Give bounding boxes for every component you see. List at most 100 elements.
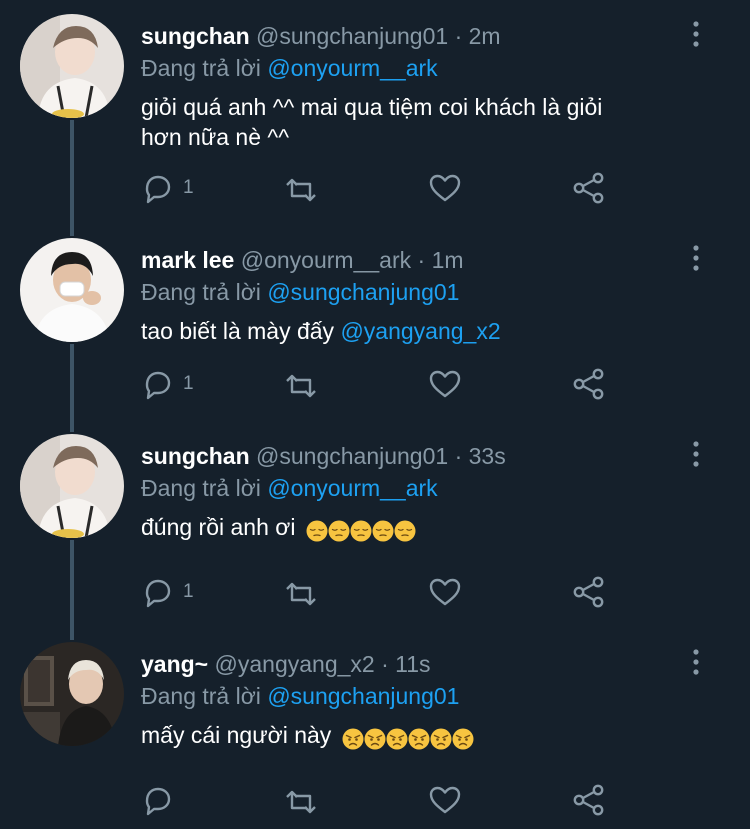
angry-face-emoji (363, 727, 386, 750)
avatar[interactable] (20, 434, 124, 538)
tweet-actions: 1 (141, 168, 621, 208)
like-icon (429, 786, 461, 814)
retweet-button[interactable] (283, 168, 319, 208)
display-name[interactable]: sungchan (141, 443, 250, 469)
emoji-row (305, 514, 416, 544)
retweet-button[interactable] (283, 572, 319, 612)
tweet[interactable]: sungchan @sungchanjung01 · 2m Đang trả l… (0, 14, 750, 214)
like-button[interactable] (427, 364, 463, 404)
tweet-text: giỏi quá anh ^^ mai qua tiệm coi khách l… (141, 92, 701, 152)
tweet[interactable]: sungchan @sungchanjung01 · 33s Đang trả … (0, 434, 750, 624)
reply-button[interactable]: 1 (141, 364, 194, 404)
avatar[interactable] (20, 642, 124, 746)
timestamp[interactable]: · 2m (455, 23, 501, 49)
retweet-button[interactable] (283, 780, 319, 820)
tweet-text: mấy cái người này (141, 720, 701, 752)
like-icon (429, 174, 461, 202)
reply-count: 1 (183, 373, 194, 394)
tweet-mention[interactable]: @yangyang_x2 (340, 318, 500, 344)
share-button[interactable] (571, 572, 607, 612)
tweet-actions: 1 (141, 572, 621, 612)
user-handle[interactable]: @sungchanjung01 (256, 443, 448, 469)
replying-to: Đang trả lời @onyourm__ark (141, 54, 438, 82)
timestamp[interactable]: · 33s (455, 443, 506, 469)
more-options-icon[interactable] (684, 18, 708, 50)
share-icon (573, 172, 604, 204)
tweet-actions (141, 780, 621, 820)
tweet-text: đúng rồi anh ơi (141, 512, 701, 544)
user-handle[interactable]: @onyourm__ark (241, 247, 411, 273)
replying-label: Đang trả lời (141, 683, 261, 709)
replying-label: Đang trả lời (141, 475, 261, 501)
pensive-face-emoji (393, 519, 416, 542)
tweet-header: sungchan @sungchanjung01 · 2m (141, 22, 501, 50)
replying-mention[interactable]: @sungchanjung01 (267, 279, 459, 305)
tweet-text-content: mấy cái người này (141, 722, 332, 748)
angry-face-emoji (385, 727, 408, 750)
replying-to: Đang trả lời @sungchanjung01 (141, 278, 459, 306)
retweet-icon (285, 582, 317, 606)
user-handle[interactable]: @sungchanjung01 (256, 23, 448, 49)
share-icon (573, 368, 604, 400)
share-icon (573, 576, 604, 608)
tweet[interactable]: yang~ @yangyang_x2 · 11s Đang trả lời @s… (0, 642, 750, 829)
display-name[interactable]: yang~ (141, 651, 208, 677)
timestamp[interactable]: · 1m (418, 247, 464, 273)
more-options-icon[interactable] (684, 242, 708, 274)
tweet-text-line: giỏi quá anh ^^ mai qua tiệm coi khách l… (141, 94, 603, 120)
retweet-icon (285, 374, 317, 398)
replying-mention[interactable]: @sungchanjung01 (267, 683, 459, 709)
like-button[interactable] (427, 572, 463, 612)
like-icon (429, 370, 461, 398)
tweet-actions: 1 (141, 364, 621, 404)
reply-icon (145, 579, 171, 608)
emoji-row (341, 722, 474, 752)
tweet-header: mark lee @onyourm__ark · 1m (141, 246, 464, 274)
retweet-icon (285, 790, 317, 814)
more-options-icon[interactable] (684, 438, 708, 470)
tweet-header: sungchan @sungchanjung01 · 33s (141, 442, 506, 470)
angry-face-emoji (429, 727, 452, 750)
pensive-face-emoji (305, 519, 328, 542)
angry-face-emoji (407, 727, 430, 750)
reply-button[interactable]: 1 (141, 572, 194, 612)
pensive-face-emoji (349, 519, 372, 542)
retweet-button[interactable] (283, 364, 319, 404)
like-button[interactable] (427, 780, 463, 820)
display-name[interactable]: mark lee (141, 247, 234, 273)
replying-mention[interactable]: @onyourm__ark (267, 55, 437, 81)
reply-count: 1 (183, 581, 194, 602)
timestamp[interactable]: · 11s (381, 651, 430, 677)
like-icon (429, 578, 461, 606)
reply-thread: sungchan @sungchanjung01 · 2m Đang trả l… (0, 0, 750, 829)
reply-icon (145, 371, 171, 400)
replying-mention[interactable]: @onyourm__ark (267, 475, 437, 501)
avatar[interactable] (20, 14, 124, 118)
share-icon (573, 784, 604, 816)
pensive-face-emoji (371, 519, 394, 542)
tweet-text-content: tao biết là mày đấy (141, 318, 335, 344)
replying-to: Đang trả lời @onyourm__ark (141, 474, 438, 502)
reply-icon (145, 175, 171, 204)
tweet-text-content: đúng rồi anh ơi (141, 514, 296, 540)
angry-face-emoji (451, 727, 474, 750)
user-handle[interactable]: @yangyang_x2 (215, 651, 375, 677)
retweet-icon (285, 178, 317, 202)
reply-button[interactable] (141, 780, 183, 820)
like-button[interactable] (427, 168, 463, 208)
avatar[interactable] (20, 238, 124, 342)
pensive-face-emoji (327, 519, 350, 542)
share-button[interactable] (571, 168, 607, 208)
tweet[interactable]: mark lee @onyourm__ark · 1m Đang trả lời… (0, 238, 750, 428)
replying-label: Đang trả lời (141, 279, 261, 305)
tweet-text: tao biết là mày đấy @yangyang_x2 (141, 316, 701, 346)
share-button[interactable] (571, 780, 607, 820)
reply-button[interactable]: 1 (141, 168, 194, 208)
angry-face-emoji (341, 727, 364, 750)
share-button[interactable] (571, 364, 607, 404)
replying-to: Đang trả lời @sungchanjung01 (141, 682, 459, 710)
reply-count: 1 (183, 177, 194, 198)
more-options-icon[interactable] (684, 646, 708, 678)
display-name[interactable]: sungchan (141, 23, 250, 49)
tweet-text-line: hơn nữa nè ^^ (141, 124, 289, 150)
